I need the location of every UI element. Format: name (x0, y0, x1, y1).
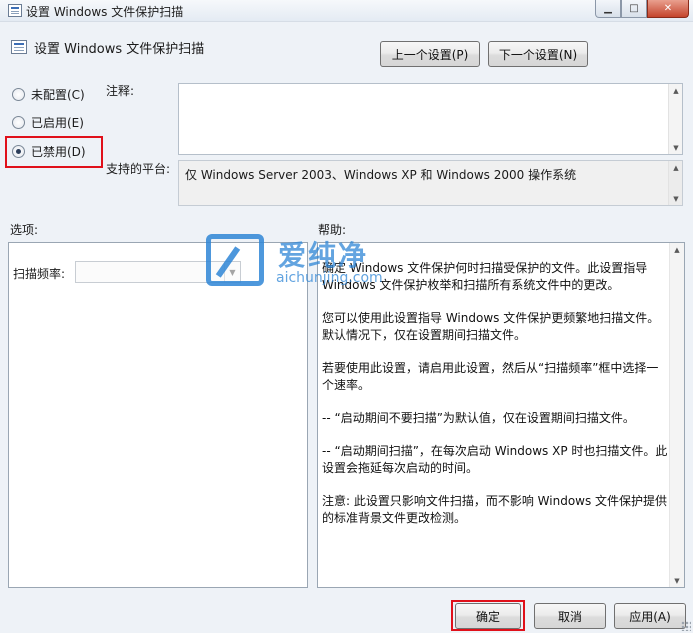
cancel-button[interactable]: 取消 (534, 603, 606, 629)
scroll-up-icon[interactable]: ▲ (669, 161, 683, 174)
scroll-down-icon[interactable]: ▼ (669, 192, 683, 205)
close-icon: ✕ (663, 3, 673, 14)
window-title: 设置 Windows 文件保护扫描 (26, 5, 184, 19)
platform-scrollbar[interactable]: ▲ ▼ (668, 161, 682, 205)
help-panel: 确定 Windows 文件保护何时扫描受保护的文件。此设置指导 Windows … (317, 242, 685, 588)
apply-button[interactable]: 应用(A) (614, 603, 686, 629)
platform-label: 支持的平台: (106, 162, 171, 176)
chevron-down-icon[interactable]: ▼ (224, 262, 240, 282)
scan-frequency-label: 扫描频率: (13, 267, 66, 281)
help-paragraph: 您可以使用此设置指导 Windows 文件保护更频繁地扫描文件。默认情况下，仅在… (322, 311, 660, 342)
minimize-button[interactable]: ▁ (595, 0, 621, 18)
setting-title: 设置 Windows 文件保护扫描 (34, 42, 205, 57)
radio-circle[interactable] (12, 116, 25, 129)
help-paragraph: 注意: 此设置只影响文件扫描，而不影响 Windows 文件保护提供的标准背景文… (322, 494, 668, 525)
options-title: 选项: (10, 223, 39, 237)
platform-box: 仅 Windows Server 2003、Windows XP 和 Windo… (178, 160, 683, 206)
resize-grip[interactable] (681, 621, 691, 631)
close-button[interactable]: ✕ (647, 0, 689, 18)
maximize-button[interactable]: □ (621, 0, 647, 18)
radio-not-configured[interactable]: 未配置(C) (12, 86, 85, 103)
policy-icon (8, 4, 22, 17)
scroll-down-icon[interactable]: ▼ (670, 574, 684, 587)
options-panel: 扫描频率: ▼ (8, 242, 308, 588)
help-paragraph: 确定 Windows 文件保护何时扫描受保护的文件。此设置指导 Windows … (322, 261, 648, 292)
scroll-up-icon[interactable]: ▲ (669, 84, 683, 97)
next-setting-button[interactable]: 下一个设置(N) (488, 41, 588, 67)
comment-textarea[interactable]: ▲ ▼ (178, 83, 683, 155)
scroll-up-icon[interactable]: ▲ (670, 243, 684, 256)
help-paragraph: -- “启动期间不要扫描”为默认值，仅在设置期间扫描文件。 (322, 411, 635, 425)
highlight-box-disabled (5, 136, 103, 168)
prev-setting-button[interactable]: 上一个设置(P) (380, 41, 480, 67)
help-paragraph: 若要使用此设置，请启用此设置，然后从“扫描频率”框中选择一个速率。 (322, 361, 659, 392)
help-title: 帮助: (318, 223, 347, 237)
radio-enabled[interactable]: 已启用(E) (12, 114, 84, 131)
comment-scrollbar[interactable]: ▲ ▼ (668, 84, 682, 154)
radio-circle[interactable] (12, 88, 25, 101)
minimize-icon: ▁ (604, 3, 612, 14)
help-scrollbar[interactable]: ▲ ▼ (669, 243, 684, 587)
window-controls: ▁ □ ✕ (595, 0, 689, 18)
comment-label: 注释: (106, 84, 135, 98)
highlight-box-ok (451, 600, 525, 631)
help-text: 确定 Windows 文件保护何时扫描受保护的文件。此设置指导 Windows … (322, 260, 668, 543)
policy-setting-icon (11, 40, 27, 54)
scroll-down-icon[interactable]: ▼ (669, 141, 683, 154)
platform-value: 仅 Windows Server 2003、Windows XP 和 Windo… (185, 168, 577, 182)
help-paragraph: -- “启动期间扫描”，在每次启动 Windows XP 时也扫描文件。此设置会… (322, 444, 668, 475)
maximize-icon: □ (629, 3, 639, 14)
radio-label: 未配置(C) (31, 88, 85, 102)
title-bar[interactable]: 设置 Windows 文件保护扫描 ▁ □ ✕ (0, 0, 693, 22)
radio-label: 已启用(E) (31, 116, 84, 130)
scan-frequency-select[interactable]: ▼ (75, 261, 241, 283)
